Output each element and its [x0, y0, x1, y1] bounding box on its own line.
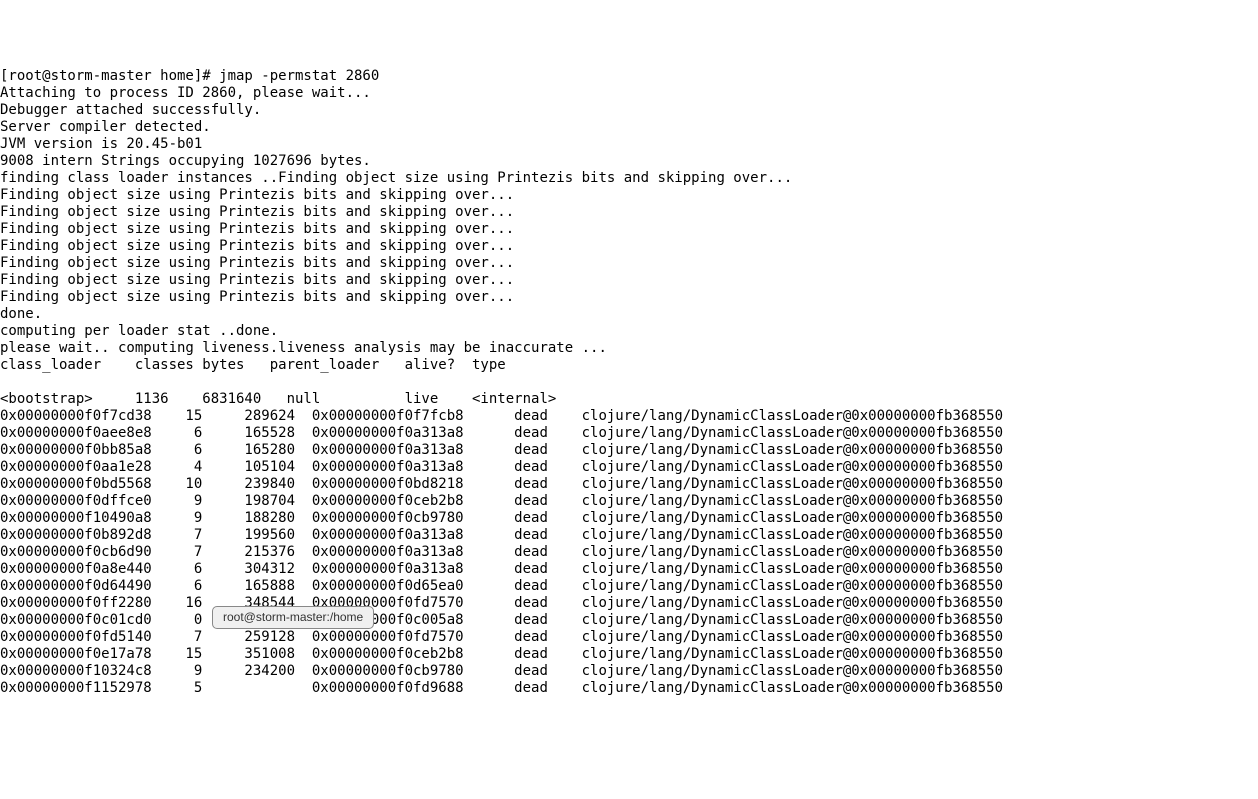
- terminal-output[interactable]: [root@storm-master home]# jmap -permstat…: [0, 68, 1258, 697]
- taskbar-tab[interactable]: root@storm-master:/home: [212, 606, 374, 629]
